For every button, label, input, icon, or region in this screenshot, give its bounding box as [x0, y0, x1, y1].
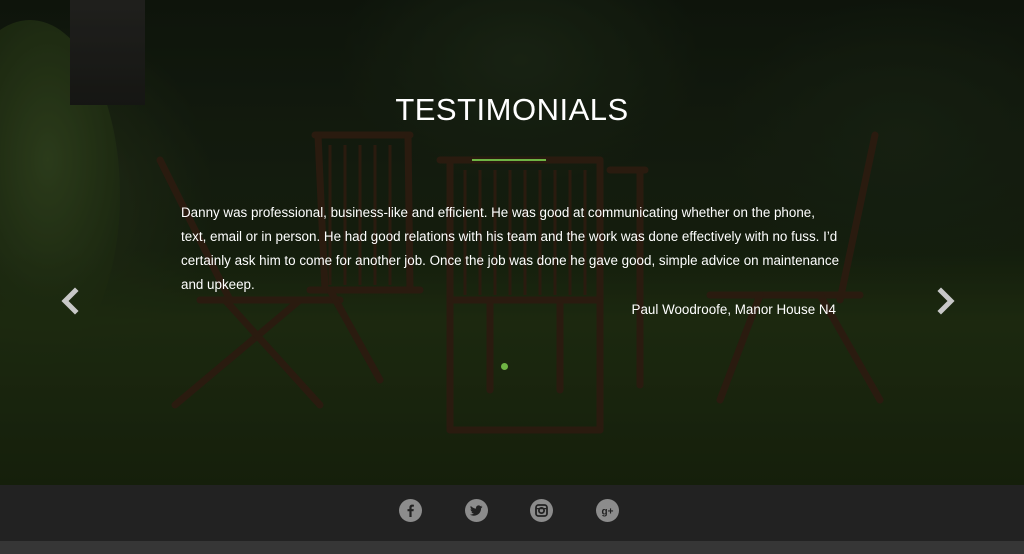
google-plus-link[interactable]: g+: [596, 499, 619, 522]
testimonials-title: TESTIMONIALS: [395, 92, 629, 127]
twitter-link[interactable]: [465, 499, 488, 522]
twitter-icon: [470, 505, 483, 516]
carousel-prev-button[interactable]: [56, 286, 86, 316]
chevron-left-icon: [61, 287, 79, 315]
testimonials-section: TESTIMONIALS Danny was professional, bus…: [0, 0, 1024, 485]
chevron-right-icon: [937, 287, 955, 315]
footer: [0, 485, 1024, 541]
testimonial-quote: Danny was professional, business-like an…: [181, 205, 840, 292]
facebook-icon: [407, 504, 414, 517]
carousel-indicator-active[interactable]: [501, 363, 508, 370]
title-underline: [472, 159, 546, 161]
svg-text:g+: g+: [602, 507, 614, 518]
google-plus-icon: g+: [602, 507, 614, 518]
facebook-link[interactable]: [399, 499, 422, 522]
footer-bottom-bar: [0, 541, 1024, 554]
instagram-link[interactable]: [530, 499, 553, 522]
instagram-icon: [535, 504, 548, 517]
testimonial-author: Paul Woodroofe, Manor House N4: [631, 302, 836, 317]
carousel-next-button[interactable]: [930, 286, 960, 316]
